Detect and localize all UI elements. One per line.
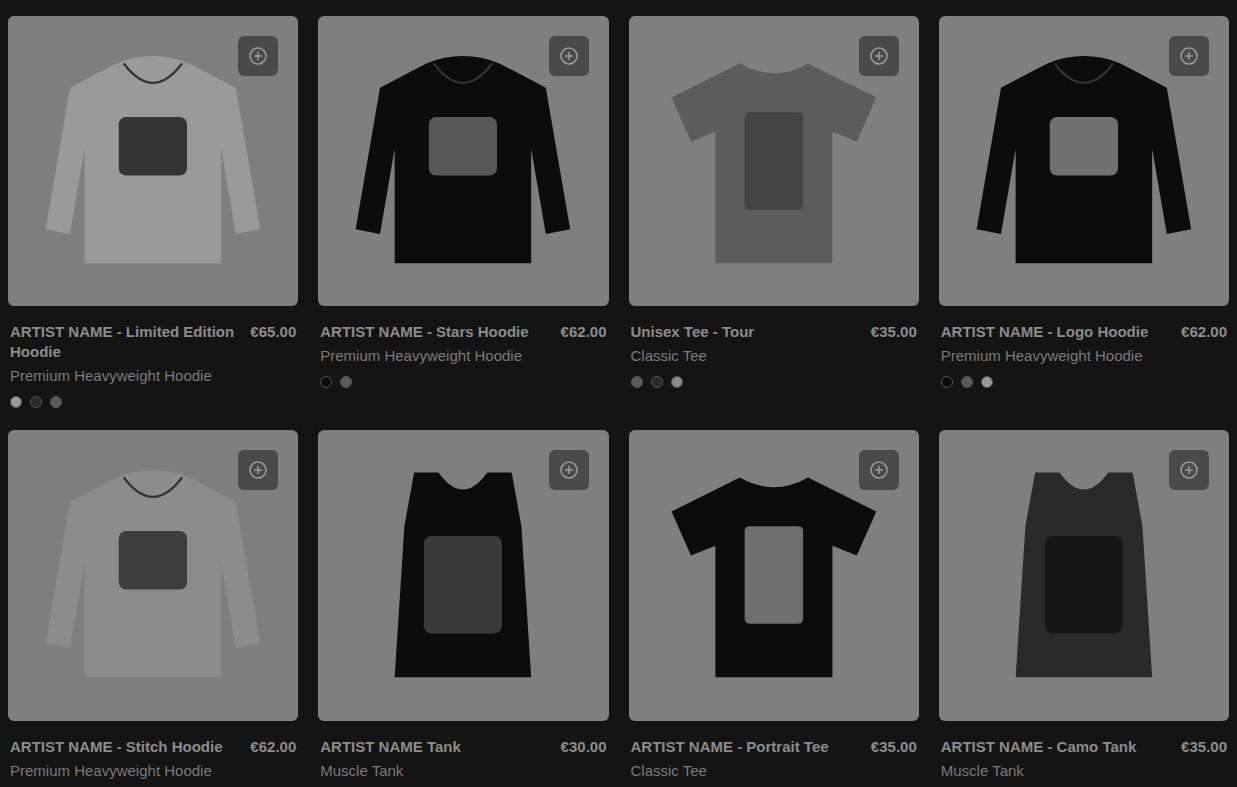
product-price: €30.00: [561, 737, 607, 757]
plus-circle-icon: [1179, 460, 1199, 480]
product-title[interactable]: ARTIST NAME - Stitch Hoodie: [10, 737, 223, 757]
product-card[interactable]: ARTIST NAME - Stitch Hoodie €62.00 Premium…: [8, 430, 298, 787]
product-image[interactable]: [8, 430, 298, 720]
color-swatch[interactable]: [50, 396, 62, 408]
hoodie-garment-icon: [31, 453, 275, 697]
color-swatch[interactable]: [981, 376, 993, 388]
plus-circle-icon: [559, 460, 579, 480]
product-image[interactable]: [8, 16, 298, 306]
color-swatches: [941, 370, 1227, 388]
add-button[interactable]: [859, 36, 899, 76]
product-card[interactable]: ARTIST NAME Tank €30.00 Muscle Tank: [318, 430, 608, 787]
product-price: €35.00: [871, 737, 917, 757]
product-title[interactable]: ARTIST NAME - Camo Tank: [941, 737, 1137, 757]
product-card[interactable]: ARTIST NAME - Limited Edition Hoodie €65.…: [8, 16, 298, 410]
product-subtitle: Premium Heavyweight Hoodie: [10, 761, 296, 781]
product-image[interactable]: [318, 430, 608, 720]
product-subtitle: Premium Heavyweight Hoodie: [10, 366, 296, 386]
product-image[interactable]: [939, 430, 1229, 720]
product-subtitle: Classic Tee: [631, 346, 917, 366]
color-swatch[interactable]: [340, 376, 352, 388]
hoodie-garment-icon: [962, 39, 1206, 283]
color-swatches: [941, 785, 1227, 787]
product-subtitle: Classic Tee: [631, 761, 917, 781]
product-title[interactable]: ARTIST NAME - Limited Edition Hoodie: [10, 322, 238, 362]
product-price: €35.00: [871, 322, 917, 342]
color-swatches: [631, 370, 917, 388]
tank-garment-icon: [962, 453, 1206, 697]
product-card[interactable]: ARTIST NAME - Camo Tank €35.00 Muscle Tank: [939, 430, 1229, 787]
product-price: €62.00: [561, 322, 607, 342]
product-image[interactable]: [939, 16, 1229, 306]
product-title[interactable]: ARTIST NAME - Portrait Tee: [631, 737, 829, 757]
plus-circle-icon: [559, 46, 579, 66]
product-info: ARTIST NAME - Camo Tank €35.00 Muscle Tank: [939, 721, 1229, 787]
product-title[interactable]: ARTIST NAME - Stars Hoodie: [320, 322, 528, 342]
product-card[interactable]: ARTIST NAME - Logo Hoodie €62.00 Premium H…: [939, 16, 1229, 410]
plus-circle-icon: [248, 460, 268, 480]
color-swatch[interactable]: [631, 376, 643, 388]
product-subtitle: Muscle Tank: [941, 761, 1227, 781]
product-title[interactable]: ARTIST NAME Tank: [320, 737, 461, 757]
product-image[interactable]: [629, 16, 919, 306]
add-button[interactable]: [859, 450, 899, 490]
product-image[interactable]: [629, 430, 919, 720]
add-button[interactable]: [1169, 36, 1209, 76]
product-image[interactable]: [318, 16, 608, 306]
add-button[interactable]: [238, 450, 278, 490]
product-info: ARTIST NAME - Limited Edition Hoodie €65.…: [8, 306, 298, 410]
color-swatches: [10, 390, 296, 408]
hoodie-garment-icon: [31, 39, 275, 283]
color-swatch[interactable]: [10, 396, 22, 408]
hoodie-garment-icon: [341, 39, 585, 283]
product-subtitle: Premium Heavyweight Hoodie: [941, 346, 1227, 366]
tee-garment-icon: [652, 453, 896, 697]
tank-garment-icon: [341, 453, 585, 697]
product-info: ARTIST NAME - Stars Hoodie €62.00 Premium …: [318, 306, 608, 410]
product-price: €62.00: [1181, 322, 1227, 342]
product-card[interactable]: Unisex Tee - Tour €35.00 Classic Tee: [629, 16, 919, 410]
product-subtitle: Premium Heavyweight Hoodie: [320, 346, 606, 366]
product-info: ARTIST NAME - Logo Hoodie €62.00 Premium H…: [939, 306, 1229, 410]
product-page: ARTIST NAME - Limited Edition Hoodie €65.…: [0, 0, 1237, 787]
color-swatch[interactable]: [651, 376, 663, 388]
add-button[interactable]: [238, 36, 278, 76]
plus-circle-icon: [869, 460, 889, 480]
color-swatches: [320, 785, 606, 787]
product-info: ARTIST NAME Tank €30.00 Muscle Tank: [318, 721, 608, 787]
product-subtitle: Muscle Tank: [320, 761, 606, 781]
add-button[interactable]: [549, 36, 589, 76]
product-title[interactable]: ARTIST NAME - Logo Hoodie: [941, 322, 1148, 342]
color-swatches: [631, 785, 917, 787]
product-title[interactable]: Unisex Tee - Tour: [631, 322, 755, 342]
add-button[interactable]: [549, 450, 589, 490]
color-swatch[interactable]: [961, 376, 973, 388]
product-grid: ARTIST NAME - Limited Edition Hoodie €65.…: [8, 16, 1229, 787]
add-button[interactable]: [1169, 450, 1209, 490]
product-info: Unisex Tee - Tour €35.00 Classic Tee: [629, 306, 919, 410]
color-swatch[interactable]: [941, 376, 953, 388]
color-swatch[interactable]: [671, 376, 683, 388]
plus-circle-icon: [1179, 46, 1199, 66]
color-swatch[interactable]: [30, 396, 42, 408]
product-card[interactable]: ARTIST NAME - Stars Hoodie €62.00 Premium …: [318, 16, 608, 410]
product-info: ARTIST NAME - Stitch Hoodie €62.00 Premium…: [8, 721, 298, 787]
tee-garment-icon: [652, 39, 896, 283]
plus-circle-icon: [869, 46, 889, 66]
product-card[interactable]: ARTIST NAME - Portrait Tee €35.00 Classic …: [629, 430, 919, 787]
color-swatch[interactable]: [320, 376, 332, 388]
product-info: ARTIST NAME - Portrait Tee €35.00 Classic …: [629, 721, 919, 787]
product-price: €65.00: [250, 322, 296, 342]
plus-circle-icon: [248, 46, 268, 66]
color-swatches: [320, 370, 606, 388]
product-price: €62.00: [250, 737, 296, 757]
color-swatches: [10, 785, 296, 787]
product-price: €35.00: [1181, 737, 1227, 757]
